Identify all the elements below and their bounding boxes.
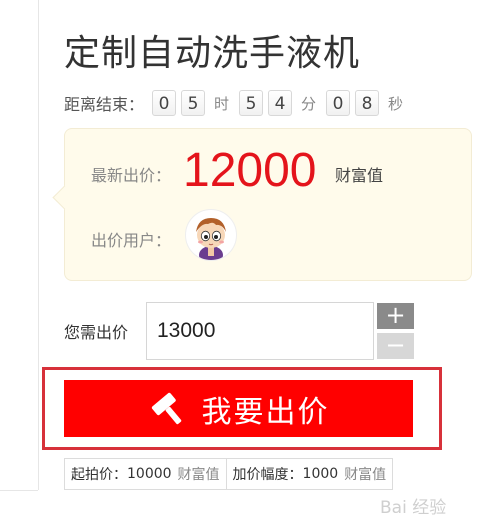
countdown-hours-ones: 5 xyxy=(181,90,206,116)
product-title: 定制自动洗手液机 xyxy=(64,33,361,74)
increase-bid-button[interactable]: + xyxy=(377,303,414,329)
increment-unit: 财富值 xyxy=(344,467,387,483)
your-bid-label: 您需出价 xyxy=(64,323,129,342)
latest-bid-unit: 财富值 xyxy=(335,166,384,185)
latest-bid-label: 最新出价： xyxy=(91,166,172,185)
left-panel-border xyxy=(38,0,39,490)
increment-cell: 加价幅度： 1000 财富值 xyxy=(226,458,394,490)
countdown-minutes-ones: 4 xyxy=(268,90,293,116)
start-price-unit: 财富值 xyxy=(177,467,220,483)
bidder-label: 出价用户： xyxy=(91,231,172,250)
increment-label: 加价幅度： xyxy=(232,467,303,483)
cartoon-avatar-icon xyxy=(196,218,226,260)
countdown-seconds-tens: 0 xyxy=(326,90,351,116)
gavel-icon xyxy=(151,392,181,424)
countdown-seconds-ones: 8 xyxy=(355,90,380,116)
countdown-hours-unit: 时 xyxy=(214,94,230,113)
countdown-label: 距离结束： xyxy=(64,95,145,114)
countdown-minutes-tens: 5 xyxy=(239,90,264,116)
bid-amount-input[interactable] xyxy=(146,302,374,360)
start-price-cell: 起拍价： 10000 财富值 xyxy=(64,458,227,490)
watermark: Bai 经验 xyxy=(380,498,447,518)
latest-bid-panel: 最新出价： 12000 财富值 出价用户： xyxy=(64,128,472,281)
decrease-bid-button[interactable]: − xyxy=(377,333,414,359)
left-panel-bottom-border xyxy=(0,490,38,491)
increment-value: 1000 xyxy=(302,466,339,482)
countdown-seconds-unit: 秒 xyxy=(388,94,404,113)
place-bid-button[interactable]: 我要出价 xyxy=(64,380,413,437)
place-bid-label: 我要出价 xyxy=(201,394,330,430)
start-price-value: 10000 xyxy=(127,466,172,482)
latest-bid-value: 12000 xyxy=(183,144,317,197)
countdown-minutes-unit: 分 xyxy=(301,94,317,113)
start-price-label: 起拍价： xyxy=(71,467,127,483)
countdown-hours-tens: 0 xyxy=(152,90,177,116)
bidder-avatar[interactable] xyxy=(185,209,237,261)
auction-rules: 起拍价： 10000 财富值 加价幅度： 1000 财富值 xyxy=(64,458,394,490)
countdown: 距离结束： 0 5 时 5 4 分 0 8 秒 xyxy=(64,89,413,117)
